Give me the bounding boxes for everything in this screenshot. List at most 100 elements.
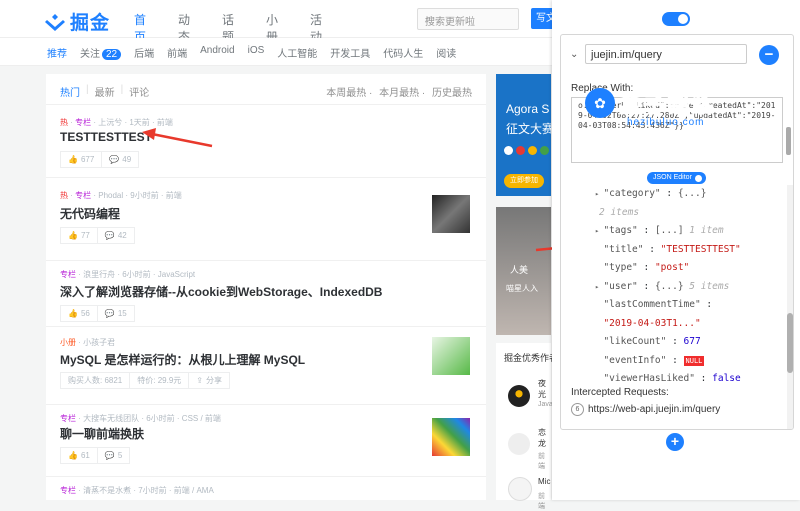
list-item[interactable]: 热 · 专栏 · Phodal · 9小时前 · 前端 无代码编程 👍 77 💬 4… — [46, 177, 486, 261]
subnav-recommend[interactable]: 推荐 — [47, 45, 67, 60]
promo-subtext: 喵星人入 — [506, 284, 538, 293]
json-key: "title" — [603, 243, 644, 255]
list-item[interactable]: 专栏 · 大搜车无线团队 · 6小时前 · CSS / 前端 聊一聊前端换肤 👍… — [46, 404, 486, 477]
list-item[interactable]: 热 · 专栏 · 上沅兮 · 1天前 · 前端 TESTTESTTEST 👍 67… — [46, 104, 486, 178]
entry-title[interactable]: TESTTESTTEST — [60, 130, 152, 144]
comment-button[interactable]: 💬 49 — [102, 151, 140, 168]
like-button[interactable]: 👍 56 — [60, 305, 98, 322]
json-tree-row[interactable]: ▸ "type" : "post" — [595, 259, 783, 278]
enable-toggle[interactable] — [662, 12, 690, 26]
json-value: 677 — [683, 336, 701, 347]
avatar[interactable] — [508, 433, 530, 455]
book-cover[interactable] — [432, 337, 470, 375]
author-name[interactable]: Mic — [538, 477, 550, 486]
like-icon: 👍 — [68, 231, 78, 240]
logo-text: 掘金 — [70, 13, 111, 34]
like-button[interactable]: 👍 77 — [60, 227, 98, 244]
ad-icons — [504, 146, 549, 155]
tree-scrollbar[interactable] — [787, 185, 793, 429]
comment-count: 15 — [117, 309, 127, 318]
logo[interactable]: 掘金 — [44, 8, 110, 35]
comment-button[interactable]: 💬 15 — [97, 305, 135, 322]
subnav-backend[interactable]: 后端 — [134, 45, 154, 60]
entry-meta-text: · 小孩子君 — [78, 338, 116, 347]
share-button[interactable]: ⇪ 分享 — [189, 372, 230, 389]
subnav-code-life[interactable]: 代码人生 — [383, 45, 423, 60]
comment-icon: 💬 — [109, 155, 120, 164]
json-value: "post" — [654, 262, 690, 273]
json-value: "TESTTESTTEST" — [660, 243, 741, 255]
subnav-devtools[interactable]: 开发工具 — [330, 45, 370, 60]
tab-latest[interactable]: 最新 — [95, 84, 115, 99]
json-hint: 2 items — [599, 206, 640, 218]
json-tree-row[interactable]: ▸ "likeCount" : 677 — [595, 333, 783, 352]
json-tree-row[interactable]: ▸ "viewerHasLiked" : false — [595, 370, 783, 389]
author-name[interactable]: 夜光 — [538, 378, 551, 400]
json-tree-row[interactable]: ▸ "eventInfo" : NULL — [595, 352, 783, 371]
entry-meta: 热 · 专栏 · Phodal · 9小时前 · 前端 — [60, 191, 182, 200]
tab-comments[interactable]: 评论 — [129, 84, 149, 99]
remove-rule-button[interactable]: − — [759, 45, 779, 65]
subnav-android[interactable]: Android — [200, 45, 234, 60]
json-editor-label: JSON Editor — [653, 174, 692, 181]
avatar[interactable] — [508, 385, 530, 407]
json-value: "2019-04-03T1..." — [603, 317, 701, 329]
list-item[interactable]: 专栏 · 浪里行舟 · 6小时前 · JavaScript 深入了解浏览器存储-… — [46, 260, 486, 327]
entry-thumbnail[interactable] — [432, 418, 470, 456]
column-tag: 专栏 — [75, 191, 92, 200]
ad-banner[interactable]: Agora S 征文大赛 立即参加 — [496, 74, 551, 196]
comment-button[interactable]: 💬 5 — [97, 447, 131, 464]
comment-button[interactable]: 💬 42 — [97, 227, 135, 244]
intercepted-request[interactable]: 6 https://web-api.juejin.im/query — [571, 403, 720, 416]
entry-title[interactable]: 聊一聊前端换肤 — [60, 425, 144, 442]
ad-join-button[interactable]: 立即参加 — [504, 174, 544, 188]
subnav-follow-label: 关注 — [80, 49, 100, 60]
subnav-ios[interactable]: iOS — [248, 45, 265, 60]
textarea-scrollbar[interactable] — [786, 127, 791, 155]
like-count: 61 — [80, 451, 90, 460]
json-value: {...} — [677, 188, 707, 199]
search-icon[interactable]: ⌕ — [425, 13, 512, 26]
promo-text: 人美 — [510, 265, 529, 275]
list-item[interactable]: 专栏 · 清蒸不是水煮 · 7小时前 · 前端 / AMA — [46, 476, 486, 507]
entry-thumbnail[interactable] — [432, 195, 470, 233]
json-tree-row[interactable]: ▸ "2019-04-03T1..." — [595, 315, 783, 334]
like-button[interactable]: 👍 61 — [60, 447, 98, 464]
author-name[interactable]: 恋龙 — [538, 427, 551, 449]
subnav-follow[interactable]: 关注 22 — [80, 45, 122, 60]
json-tree-row[interactable]: ▸ "title" : "TESTTESTTEST" — [595, 241, 783, 260]
json-editor-toggle[interactable]: JSON Editor — [647, 172, 706, 184]
subnav-ai[interactable]: 人工智能 — [277, 45, 317, 60]
entry-title[interactable]: 无代码编程 — [60, 205, 120, 222]
sort-month[interactable]: 本月最热 — [379, 88, 419, 99]
avatar[interactable] — [508, 477, 532, 501]
subnav-reading[interactable]: 阅读 — [436, 45, 456, 60]
sort-all[interactable]: 历史最热 — [432, 88, 472, 99]
json-tree-row[interactable]: 2 items — [595, 204, 783, 223]
entry-title[interactable]: 深入了解浏览器存储--从cookie到WebStorage、IndexedDB — [60, 283, 382, 300]
feed-tabs: 热门 | 最新 | 评论 — [60, 84, 155, 99]
authors-panel: 掘金优秀作者 夜光 Java 恋龙 前端 Mic 前端 — [496, 343, 558, 510]
like-button[interactable]: 👍 677 — [60, 151, 103, 168]
scrollbar-thumb[interactable] — [787, 313, 793, 373]
url-match-input[interactable]: juejin.im/query — [585, 44, 747, 64]
sort-week[interactable]: 本周最热 — [326, 88, 366, 99]
annotation-arrow — [142, 128, 213, 148]
like-count: 56 — [80, 309, 90, 318]
chevron-down-icon[interactable]: ⌄ — [570, 49, 578, 60]
json-tree: ▸ "category" : {...} 2 items ▸ "tags" : [… — [595, 185, 783, 389]
json-value: [...] — [654, 225, 684, 236]
subnav-frontend[interactable]: 前端 — [167, 45, 187, 60]
tab-hot[interactable]: 热门 — [60, 84, 80, 99]
entry-title[interactable]: MySQL 是怎样运行的：从根儿上理解 MySQL — [60, 351, 305, 368]
add-rule-button[interactable]: + — [666, 433, 684, 451]
json-tree-row[interactable]: ▸ "tags" : [...] 1 item — [595, 222, 783, 241]
json-key: "tags" — [603, 225, 638, 236]
json-tree-row[interactable]: ▸ "category" : {...} — [595, 185, 783, 204]
json-tree-row[interactable]: ▸ "lastCommentTime" : — [595, 296, 783, 315]
list-item[interactable]: 小册 · 小孩子君 MySQL 是怎样运行的：从根儿上理解 MySQL 购买人数… — [46, 326, 486, 405]
promo-image[interactable]: 人美 喵星人入 — [496, 207, 551, 335]
entry-meta: 专栏 · 大搜车无线团队 · 6小时前 · CSS / 前端 — [60, 413, 221, 424]
json-tree-row[interactable]: ▸ "user" : {...} 5 items — [595, 278, 783, 297]
search-input[interactable]: 搜索更新啦 ⌕ — [417, 8, 519, 30]
